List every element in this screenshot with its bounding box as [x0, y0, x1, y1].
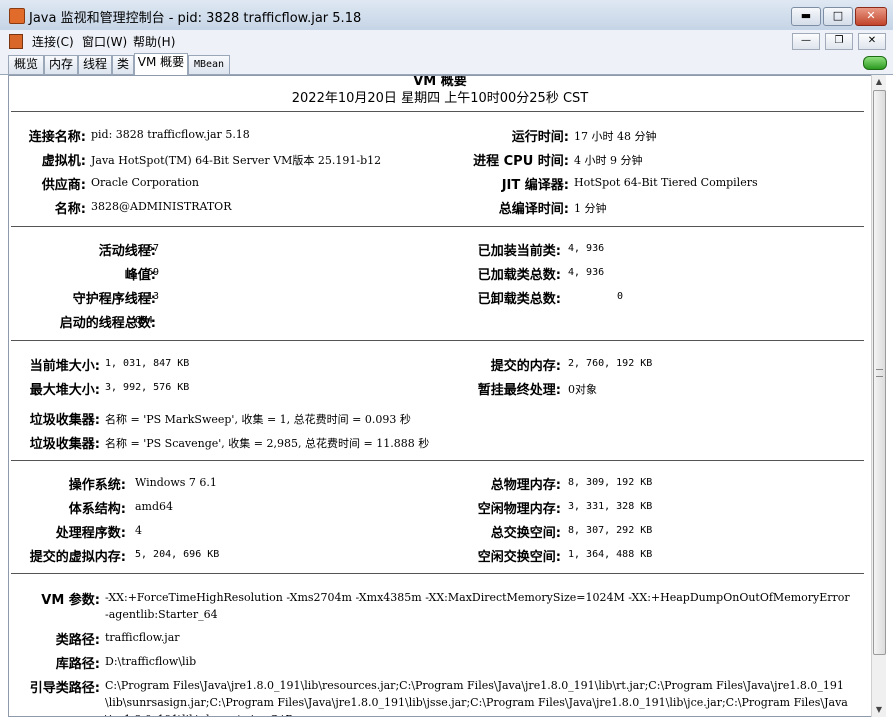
daemon-threads-label: 守护程序线程: — [72, 292, 156, 307]
divider — [11, 226, 864, 227]
tab-memory[interactable]: 内存 — [44, 55, 78, 74]
vendor-value: Oracle Corporation — [91, 176, 199, 189]
class-path-value: trafficflow.jar — [105, 631, 180, 644]
live-threads-label: 活动线程: — [98, 244, 156, 259]
mdi-restore-button[interactable]: ❐ — [825, 33, 853, 50]
jit-compiler-label: JIT 编译器: — [501, 178, 569, 193]
menu-connection[interactable]: 连接(C) — [32, 33, 74, 50]
peak-value: 69 — [147, 267, 160, 278]
uptime-label: 运行时间: — [511, 130, 569, 145]
total-loaded-classes-value: 4, 936 — [568, 267, 605, 278]
processors-label: 处理程序数: — [55, 526, 126, 541]
name-label: 名称: — [54, 202, 86, 217]
free-swap-value: 1, 364, 488 KB — [568, 549, 653, 560]
vm-args-value: -XX:+ForceTimeHighResolution -Xms2704m -… — [105, 591, 850, 621]
title-bar: Java 监视和管理控制台 - pid: 3828 trafficflow.ja… — [0, 0, 893, 31]
summary-datetime: 2022年10月20日 星期四 上午10时00分25秒 CST — [291, 91, 589, 106]
live-threads-value: 67 — [147, 243, 160, 254]
current-heap-label: 当前堆大小: — [29, 359, 100, 374]
scroll-down-arrow-icon[interactable]: ▼ — [872, 703, 886, 717]
unloaded-classes-value: 0 — [617, 291, 624, 302]
divider — [11, 111, 864, 112]
loaded-classes-label: 已加装当前类: — [477, 244, 561, 259]
vertical-scrollbar[interactable]: ▲ ▼ — [871, 75, 886, 717]
maximize-button[interactable]: □ — [823, 7, 853, 26]
menu-help[interactable]: 帮助(H) — [133, 33, 175, 50]
pending-finalization-value: 0对象 — [568, 383, 597, 396]
library-path-value: D:\trafficflow\lib — [105, 655, 197, 668]
connection-status-icon — [863, 56, 887, 70]
vm-value: Java HotSpot(TM) 64-Bit Server VM版本 25.1… — [91, 154, 382, 167]
current-heap-value: 1, 031, 847 KB — [105, 358, 190, 369]
max-heap-label: 最大堆大小: — [29, 383, 100, 398]
total-physical-memory-value: 8, 309, 192 KB — [568, 477, 653, 488]
divider — [11, 573, 864, 574]
total-swap-value: 8, 307, 292 KB — [568, 525, 653, 536]
boot-class-path-label: 引导类路径: — [29, 681, 100, 696]
divider — [11, 460, 864, 461]
tab-classes[interactable]: 类 — [112, 55, 134, 74]
close-button[interactable]: ✕ — [855, 7, 887, 26]
process-cpu-value: 4 小时 9 分钟 — [574, 154, 643, 167]
pending-finalization-label: 暂挂最终处理: — [477, 383, 561, 398]
os-value: Windows 7 6.1 — [135, 476, 217, 489]
boot-class-path-value: C:\Program Files\Java\jre1.8.0_191\lib\r… — [105, 679, 848, 716]
arch-value: amd64 — [135, 500, 174, 513]
java-app-icon — [9, 8, 25, 24]
gc-value: 名称 = 'PS Scavenge', 收集 = 2,985, 总花费时间 = … — [105, 437, 430, 450]
total-swap-label: 总交换空间: — [490, 526, 561, 541]
process-cpu-label: 进程 CPU 时间: — [473, 154, 569, 169]
tab-strip: 概览 内存 线程 类 VM 概要 MBean — [0, 52, 893, 75]
committed-memory-label: 提交的内存: — [490, 359, 561, 374]
tab-vm-summary[interactable]: VM 概要 — [134, 53, 188, 75]
name-value: 3828@ADMINISTRATOR — [91, 200, 232, 213]
menu-window[interactable]: 窗口(W) — [82, 33, 127, 50]
free-physical-memory-value: 3, 331, 328 KB — [568, 501, 653, 512]
tab-threads[interactable]: 线程 — [78, 55, 112, 74]
scroll-thumb[interactable] — [873, 90, 886, 655]
connection-name-value: pid: 3828 trafficflow.jar 5.18 — [91, 128, 250, 141]
total-threads-value: 634 — [135, 315, 154, 326]
menu-bar: 连接(C) 窗口(W) 帮助(H) — ❐ ✕ — [0, 30, 893, 53]
free-swap-label: 空闲交换空间: — [477, 550, 561, 565]
processors-value: 4 — [135, 524, 142, 537]
gc-label: 垃圾收集器: — [29, 413, 100, 428]
connection-name-label: 连接名称: — [28, 130, 86, 145]
tab-mbean[interactable]: MBean — [188, 55, 230, 74]
arch-label: 体系结构: — [68, 502, 126, 517]
daemon-threads-value: 13 — [147, 291, 160, 302]
class-path-label: 类路径: — [55, 633, 100, 648]
unloaded-classes-label: 已卸载类总数: — [477, 292, 561, 307]
max-heap-value: 3, 992, 576 KB — [105, 382, 190, 393]
total-physical-memory-label: 总物理内存: — [490, 478, 561, 493]
scroll-up-arrow-icon[interactable]: ▲ — [872, 75, 886, 89]
total-loaded-classes-label: 已加载类总数: — [477, 268, 561, 283]
mdi-minimize-button[interactable]: — — [792, 33, 820, 50]
vm-args-label: VM 参数: — [41, 593, 100, 608]
os-label: 操作系统: — [68, 478, 126, 493]
committed-virtual-memory-label: 提交的虚拟内存: — [29, 550, 126, 565]
peak-label: 峰值: — [124, 268, 156, 283]
divider — [11, 340, 864, 341]
minimize-button[interactable]: ▬ — [791, 7, 821, 26]
committed-memory-value: 2, 760, 192 KB — [568, 358, 653, 369]
vm-label: 虚拟机: — [41, 154, 86, 169]
compile-time-value: 1 分钟 — [574, 202, 607, 215]
window-title: Java 监视和管理控制台 - pid: 3828 trafficflow.ja… — [29, 11, 362, 26]
tab-overview[interactable]: 概览 — [8, 55, 44, 74]
vm-summary-panel: VM 概要 2022年10月20日 星期四 上午10时00分25秒 CST 连接… — [8, 75, 872, 717]
document-icon — [9, 34, 23, 49]
mdi-close-button[interactable]: ✕ — [858, 33, 886, 50]
uptime-value: 17 小时 48 分钟 — [574, 130, 657, 143]
gc-label: 垃圾收集器: — [29, 437, 100, 452]
jit-compiler-value: HotSpot 64-Bit Tiered Compilers — [574, 176, 758, 189]
grip-icon — [876, 369, 883, 377]
library-path-label: 库路径: — [55, 657, 100, 672]
committed-virtual-memory-value: 5, 204, 696 KB — [135, 549, 220, 560]
vendor-label: 供应商: — [41, 178, 86, 193]
gc-value: 名称 = 'PS MarkSweep', 收集 = 1, 总花费时间 = 0.0… — [105, 413, 411, 426]
compile-time-label: 总编译时间: — [498, 202, 569, 217]
loaded-classes-value: 4, 936 — [568, 243, 605, 254]
free-physical-memory-label: 空闲物理内存: — [477, 502, 561, 517]
